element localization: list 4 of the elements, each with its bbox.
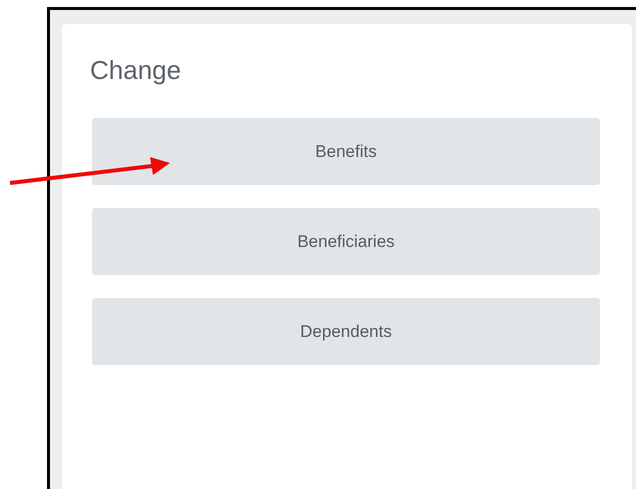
option-button[interactable]: Dependents xyxy=(92,298,600,365)
option-button[interactable]: Benefits xyxy=(92,118,600,185)
option-button[interactable]: Beneficiaries xyxy=(92,208,600,275)
section-title: Change xyxy=(90,54,182,86)
